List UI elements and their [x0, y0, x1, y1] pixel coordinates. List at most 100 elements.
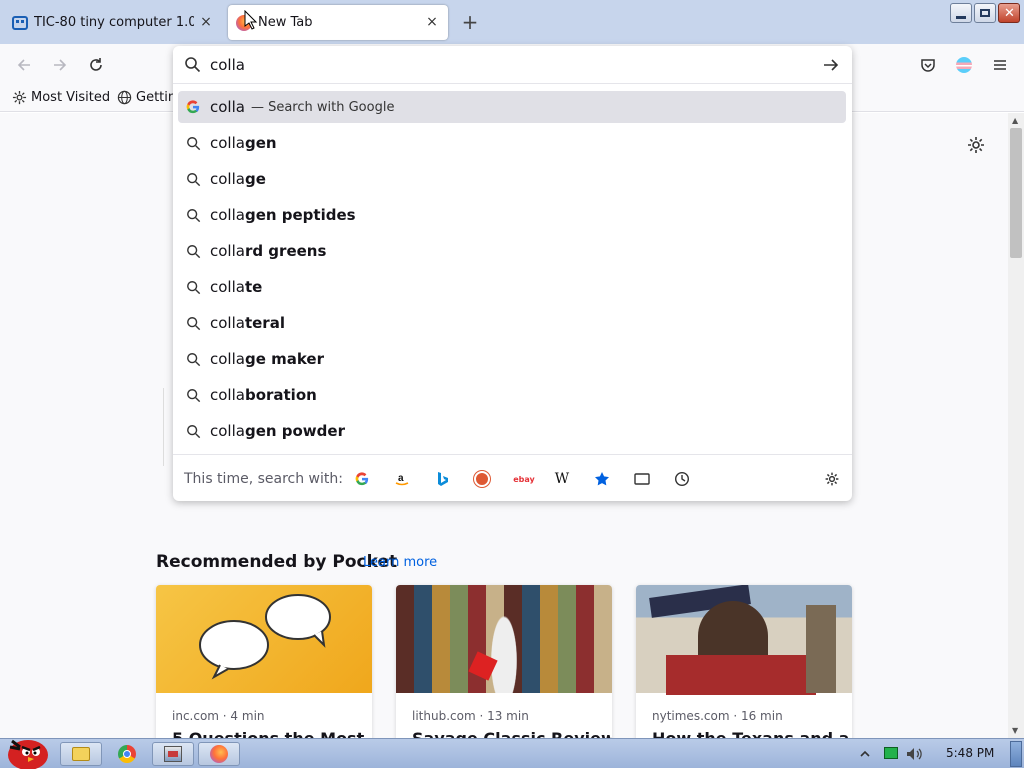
suggestion-row[interactable]: colla — Search with Google	[178, 91, 846, 123]
taskbar-tic80-button[interactable]	[152, 742, 194, 766]
tab-title: TIC-80 tiny computer 1.0.2164	[34, 15, 194, 30]
google-icon	[184, 100, 202, 114]
suggestion-text: collate	[210, 278, 263, 296]
svg-text:a: a	[398, 473, 404, 484]
speech-bubbles-image	[199, 594, 331, 680]
pocket-card[interactable]: inc.com · 4 min 5 Questions the Most	[156, 585, 372, 745]
search-settings-gear-icon[interactable]	[822, 469, 842, 489]
show-desktop-button[interactable]	[1010, 741, 1022, 767]
start-button[interactable]	[2, 731, 50, 770]
ebay-icon[interactable]: ebay	[512, 469, 536, 489]
search-with-label: This time, search with:	[184, 471, 343, 487]
card-source: lithub.com · 13 min	[412, 709, 529, 723]
back-button[interactable]	[12, 53, 36, 77]
suggestion-row[interactable]: collate	[178, 271, 846, 303]
suggestion-engine-label: — Search with Google	[250, 99, 395, 115]
search-icon	[184, 244, 202, 259]
pocket-button[interactable]	[916, 53, 940, 77]
wikipedia-icon[interactable]: W	[552, 469, 572, 489]
reload-icon	[90, 58, 102, 71]
suggestion-row[interactable]: collard greens	[178, 235, 846, 267]
gear-icon	[12, 90, 27, 105]
new-tab-button[interactable]: +	[458, 10, 482, 34]
settings-gear-icon[interactable]	[966, 135, 986, 155]
urlbar-dropdown: colla colla — Search with Google collage…	[173, 46, 852, 501]
suggestion-row[interactable]: collagen	[178, 127, 846, 159]
chrome-icon	[118, 745, 136, 763]
close-tab-icon[interactable]: ×	[424, 14, 440, 30]
bing-icon[interactable]	[432, 469, 452, 489]
tic80-app-icon	[164, 746, 182, 762]
close-window-button[interactable]: ✕	[998, 3, 1020, 23]
suggestion-row[interactable]: collage maker	[178, 343, 846, 375]
taskbar-clock[interactable]: 5:48 PM	[946, 746, 994, 760]
globe-icon	[117, 90, 132, 105]
duckduckgo-icon[interactable]	[472, 469, 492, 489]
one-off-search-bar: This time, search with: a ebay W	[173, 454, 852, 501]
go-arrow-icon[interactable]	[822, 56, 840, 74]
suggestion-text: collagen	[210, 134, 277, 152]
folder-icon	[72, 747, 90, 761]
suggestion-text: collard greens	[210, 242, 327, 260]
scroll-down-icon[interactable]: ▼	[1012, 726, 1018, 735]
urlbar[interactable]: colla	[173, 46, 852, 84]
suggestion-row[interactable]: collateral	[178, 307, 846, 339]
search-icon	[184, 208, 202, 223]
minimize-button[interactable]	[950, 3, 972, 23]
bookmark-most-visited[interactable]: Most Visited	[12, 90, 110, 105]
arrow-right-icon	[54, 59, 67, 71]
suggestion-text: collagen powder	[210, 422, 345, 440]
taskbar-explorer-button[interactable]	[60, 742, 102, 766]
arrow-left-icon	[17, 59, 30, 71]
bookmark-getting-started[interactable]: Gettin	[117, 90, 176, 105]
menu-button[interactable]	[988, 53, 1012, 77]
tab-title: New Tab	[258, 15, 313, 30]
scroll-up-icon[interactable]: ▲	[1012, 116, 1018, 125]
urlbar-input[interactable]: colla	[210, 56, 245, 74]
ebay-wordmark: ebay	[513, 474, 535, 484]
taskbar: 5:48 PM	[0, 738, 1024, 770]
close-tab-icon[interactable]: ×	[198, 14, 214, 30]
scrollbar-thumb[interactable]	[1010, 128, 1022, 258]
restore-button[interactable]	[974, 3, 996, 23]
suggestion-row[interactable]: collagen powder	[178, 415, 846, 447]
account-button[interactable]	[952, 53, 976, 77]
amazon-icon[interactable]: a	[392, 469, 412, 489]
suggestion-row[interactable]: collagen peptides	[178, 199, 846, 231]
search-icon	[185, 57, 201, 73]
suggestion-text: collateral	[210, 314, 285, 332]
reload-button[interactable]	[84, 53, 108, 77]
suggestion-text: collage maker	[210, 350, 324, 368]
suggestion-row[interactable]: collaboration	[178, 379, 846, 411]
suggestion-row[interactable]: collage	[178, 163, 846, 195]
pocket-icon	[921, 59, 935, 72]
google-icon[interactable]	[352, 469, 372, 489]
card-image	[636, 585, 852, 695]
wikipedia-glyph: W	[554, 471, 570, 487]
suggestion-text: colla	[210, 98, 245, 116]
search-icon	[184, 316, 202, 331]
search-icon	[184, 280, 202, 295]
volume-icon[interactable]	[906, 747, 922, 761]
card-source: nytimes.com · 16 min	[652, 709, 783, 723]
angry-bird-icon	[8, 739, 48, 770]
battery-icon[interactable]	[884, 747, 898, 761]
taskbar-firefox-button[interactable]	[198, 742, 240, 766]
tab-new-tab[interactable]: New Tab ×	[228, 5, 448, 40]
forward-button[interactable]	[48, 53, 72, 77]
tray-expand-icon[interactable]	[858, 747, 872, 761]
pocket-heading: Recommended by Pocket	[156, 552, 398, 572]
suggestion-text: collaboration	[210, 386, 317, 404]
pocket-learn-more-link[interactable]: Learn more	[363, 555, 437, 570]
history-icon[interactable]	[672, 469, 692, 489]
taskbar-chrome-button[interactable]	[106, 742, 148, 766]
pocket-card[interactable]: lithub.com · 13 min Savage Classic Revie…	[396, 585, 612, 745]
pocket-card[interactable]: nytimes.com · 16 min How the Texans and …	[636, 585, 852, 745]
mouse-cursor-icon	[244, 10, 258, 30]
card-source: inc.com · 4 min	[172, 709, 265, 723]
tabs-icon[interactable]	[632, 469, 652, 489]
card-image	[396, 585, 612, 693]
suggestion-text: collage	[210, 170, 266, 188]
bookmarks-icon[interactable]	[592, 469, 612, 489]
tab-tic80[interactable]: TIC-80 tiny computer 1.0.2164 ×	[4, 5, 222, 40]
